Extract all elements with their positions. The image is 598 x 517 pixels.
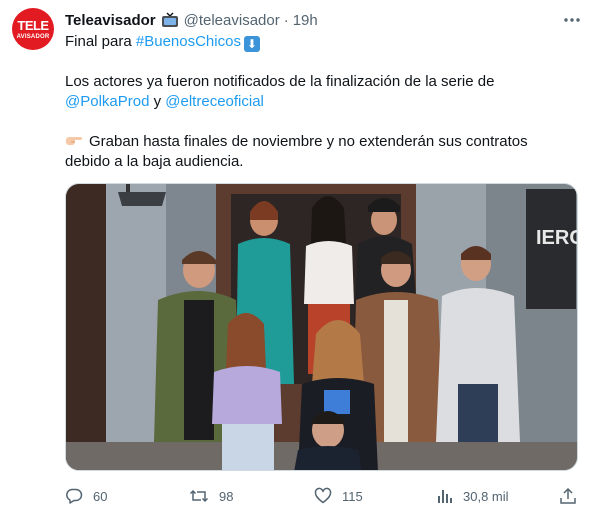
view-count: 30,8 mil <box>463 488 509 504</box>
tweet-line-4: debido a la baja audiencia. <box>65 153 244 170</box>
avatar[interactable]: TELE AVISADOR <box>12 8 54 50</box>
like-button[interactable]: 115 <box>314 485 363 507</box>
avatar-text-bottom: AVISADOR <box>16 33 50 40</box>
reply-icon <box>66 488 83 504</box>
line1-prefix: Final para <box>65 33 136 50</box>
avatar-text-top: TELE <box>17 17 49 33</box>
sign-text: IERC <box>536 227 578 249</box>
heart-icon <box>314 487 332 504</box>
more-options-icon[interactable] <box>562 10 582 30</box>
tweet[interactable]: TELE AVISADOR Teleavisador @teleavisador… <box>0 0 598 517</box>
mention-eltreceoficial[interactable]: @eltreceoficial <box>165 93 264 110</box>
action-bar: 60 98 115 30,8 mil <box>65 485 578 507</box>
author-handle[interactable]: @teleavisador <box>184 12 280 29</box>
author-name[interactable]: Teleavisador <box>65 12 156 29</box>
share-button[interactable] <box>559 485 587 507</box>
hashtag-link[interactable]: #BuenosChicos <box>136 33 241 50</box>
pointing-hand-icon <box>65 133 83 147</box>
tweet-time[interactable]: 19h <box>293 12 318 29</box>
tweet-line-3: Graban hasta finales de noviembre y no e… <box>65 132 528 152</box>
tweet-header: Teleavisador @teleavisador · 19h <box>65 10 318 30</box>
tv-icon <box>161 12 179 28</box>
cast-photo-image: IERC <box>66 184 578 470</box>
down-arrow-icon: ⬇ <box>243 36 260 52</box>
mention-polkaprod[interactable]: @PolkaProd <box>65 93 149 110</box>
retweet-icon <box>189 489 209 503</box>
share-icon <box>560 487 576 504</box>
tweet-line-mentions: @PolkaProd y @eltreceoficial <box>65 92 264 112</box>
tweet-line-1: Final para #BuenosChicos ⬇ <box>65 32 260 52</box>
line3-text: Graban hasta finales de noviembre y no e… <box>89 133 528 150</box>
separator-dot: · <box>283 11 289 29</box>
reply-count: 60 <box>93 488 108 504</box>
retweet-count: 98 <box>219 488 234 504</box>
analytics-icon <box>438 490 452 503</box>
reply-button[interactable]: 60 <box>65 485 107 507</box>
tweet-line-2: Los actores ya fueron notificados de la … <box>65 73 495 90</box>
like-count: 115 <box>342 488 363 504</box>
mention-conjunction: y <box>149 93 166 110</box>
tweet-photo[interactable]: IERC <box>65 183 578 471</box>
retweet-button[interactable]: 98 <box>189 485 233 507</box>
views-button[interactable]: 30,8 mil <box>437 485 509 507</box>
